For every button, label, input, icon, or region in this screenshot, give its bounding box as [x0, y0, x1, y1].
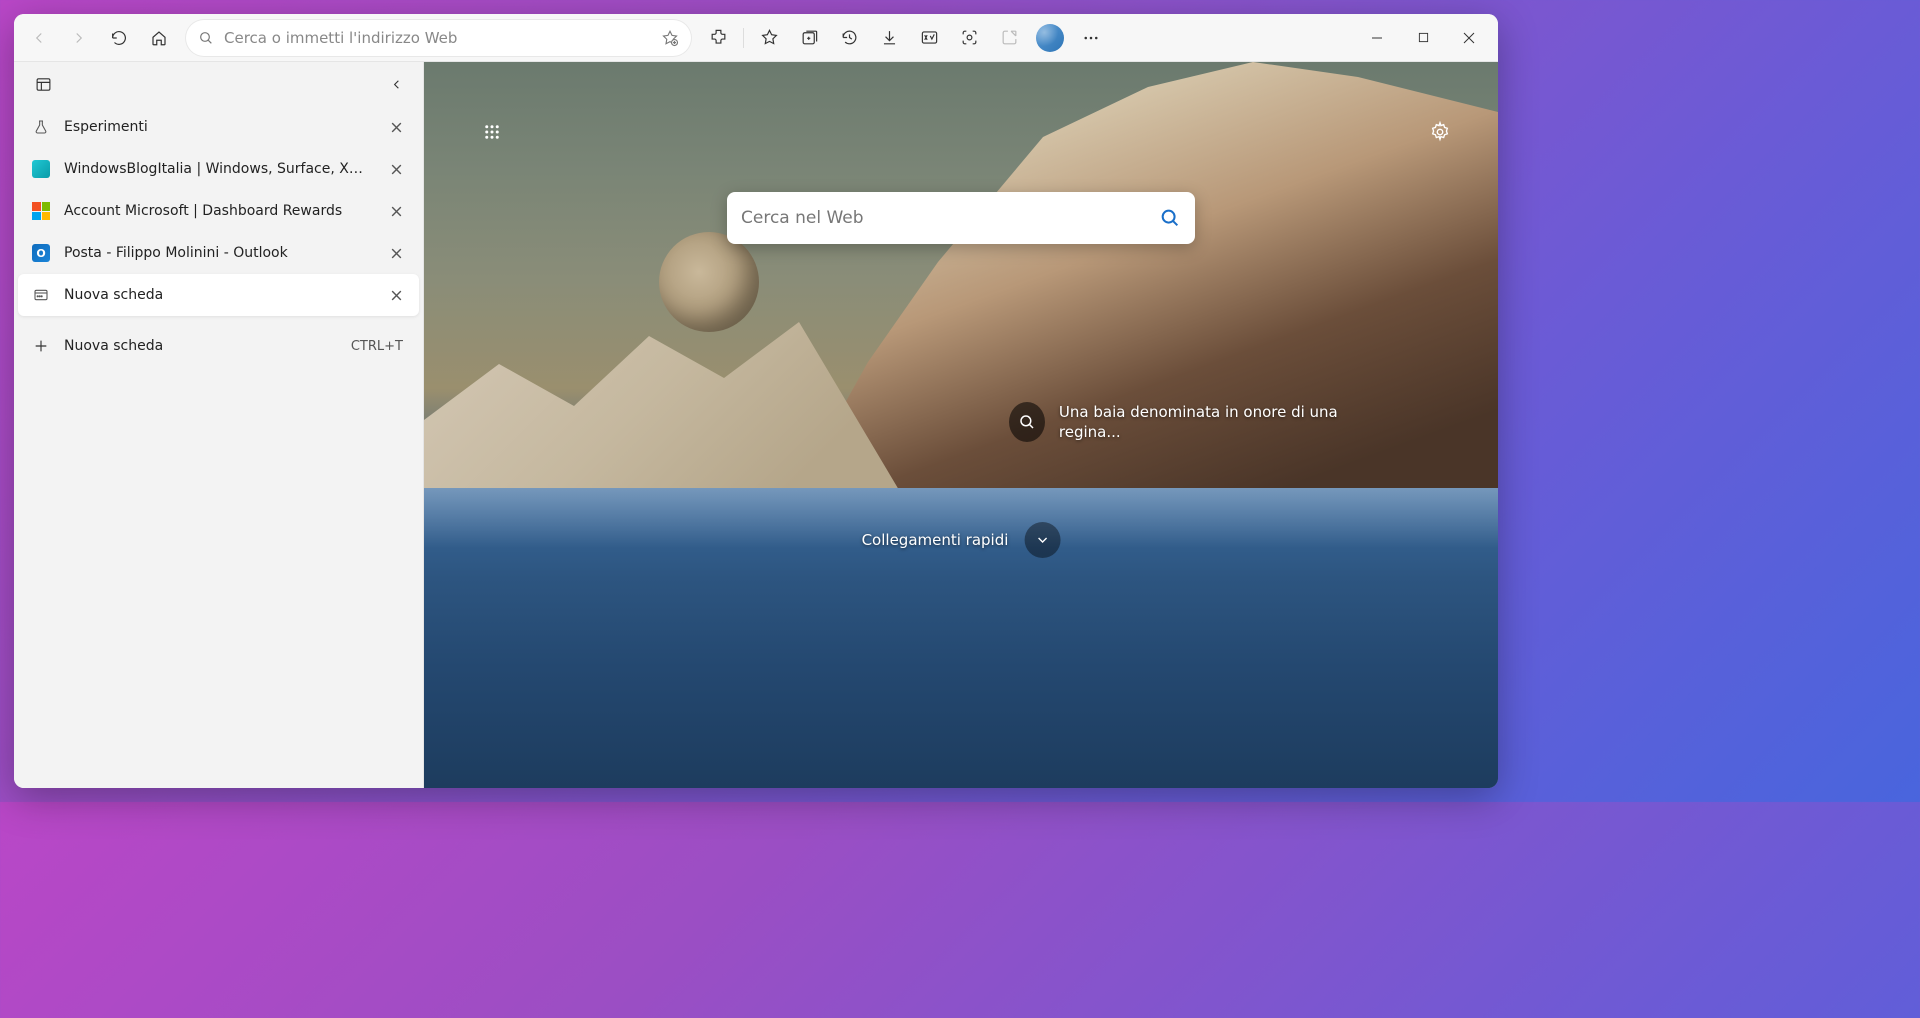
tab-item[interactable]: Esperimenti [18, 106, 419, 148]
tab-close-button[interactable] [383, 198, 409, 224]
web-search-input[interactable] [741, 208, 1159, 228]
favorites-button[interactable] [750, 19, 788, 57]
forward-button[interactable] [60, 19, 98, 57]
screenshot-button[interactable] [950, 19, 988, 57]
history-button[interactable] [830, 19, 868, 57]
tabs-list: Esperimenti WindowsBlogItalia | Windows, … [14, 106, 423, 316]
quick-links-row: Collegamenti rapidi [862, 522, 1061, 558]
tab-close-button[interactable] [383, 114, 409, 140]
tab-favicon [32, 202, 50, 220]
page-settings-button[interactable] [1420, 112, 1460, 152]
search-icon [198, 30, 214, 46]
tab-close-button[interactable] [383, 240, 409, 266]
tab-close-button[interactable] [383, 282, 409, 308]
collapse-sidebar-button[interactable] [381, 69, 411, 99]
math-button[interactable] [910, 19, 948, 57]
new-tab-page: Una baia denominata in onore di una regi… [424, 62, 1498, 788]
tab-item[interactable]: Posta - Filippo Molinini - Outlook [18, 232, 419, 274]
tab-favicon [32, 286, 50, 304]
plus-icon [32, 338, 50, 354]
content-area: Esperimenti WindowsBlogItalia | Windows, … [14, 62, 1498, 788]
profile-avatar[interactable] [1036, 24, 1064, 52]
maximize-button[interactable] [1400, 22, 1446, 54]
add-favorite-icon[interactable] [661, 29, 679, 47]
page-overlay: Una baia denominata in onore di una regi… [424, 62, 1498, 788]
tab-label: Posta - Filippo Molinini - Outlook [64, 245, 369, 261]
tab-favicon [32, 160, 50, 178]
share-button[interactable] [990, 19, 1028, 57]
home-button[interactable] [140, 19, 178, 57]
tab-item[interactable]: Account Microsoft | Dashboard Rewards [18, 190, 419, 232]
tab-item[interactable]: Nuova scheda [18, 274, 419, 316]
vertical-tabs-sidebar: Esperimenti WindowsBlogItalia | Windows, … [14, 62, 424, 788]
tab-favicon [32, 244, 50, 262]
tab-label: Nuova scheda [64, 287, 369, 303]
tab-label: Account Microsoft | Dashboard Rewards [64, 203, 369, 219]
address-bar[interactable] [186, 20, 691, 56]
new-tab-shortcut: CTRL+T [351, 339, 403, 354]
web-search-box[interactable] [727, 192, 1195, 244]
extensions-button[interactable] [699, 19, 737, 57]
refresh-button[interactable] [100, 19, 138, 57]
address-input[interactable] [224, 29, 661, 47]
tab-item[interactable]: WindowsBlogItalia | Windows, Surface, Xb… [18, 148, 419, 190]
toolbar-divider [743, 28, 744, 48]
browser-window: Esperimenti WindowsBlogItalia | Windows, … [14, 14, 1498, 788]
back-button[interactable] [20, 19, 58, 57]
image-info-text: Una baia denominata in onore di una regi… [1059, 402, 1369, 443]
close-button[interactable] [1446, 22, 1492, 54]
info-search-icon [1009, 402, 1045, 442]
sidebar-header [14, 62, 423, 106]
tab-actions-button[interactable] [28, 69, 58, 99]
search-submit-icon[interactable] [1159, 207, 1181, 229]
tab-label: WindowsBlogItalia | Windows, Surface, Xb… [64, 161, 369, 177]
app-launcher-button[interactable] [472, 112, 512, 152]
tab-favicon [32, 118, 50, 136]
tab-close-button[interactable] [383, 156, 409, 182]
quick-links-label: Collegamenti rapidi [862, 531, 1009, 549]
new-tab-button[interactable]: Nuova scheda CTRL+T [18, 324, 419, 368]
new-tab-label: Nuova scheda [64, 338, 337, 354]
quick-links-expand-button[interactable] [1024, 522, 1060, 558]
toolbar [14, 14, 1498, 62]
image-info-pill[interactable]: Una baia denominata in onore di una regi… [1009, 402, 1369, 443]
window-controls [1354, 22, 1492, 54]
collections-button[interactable] [790, 19, 828, 57]
menu-button[interactable] [1072, 19, 1110, 57]
minimize-button[interactable] [1354, 22, 1400, 54]
tab-label: Esperimenti [64, 119, 369, 135]
downloads-button[interactable] [870, 19, 908, 57]
